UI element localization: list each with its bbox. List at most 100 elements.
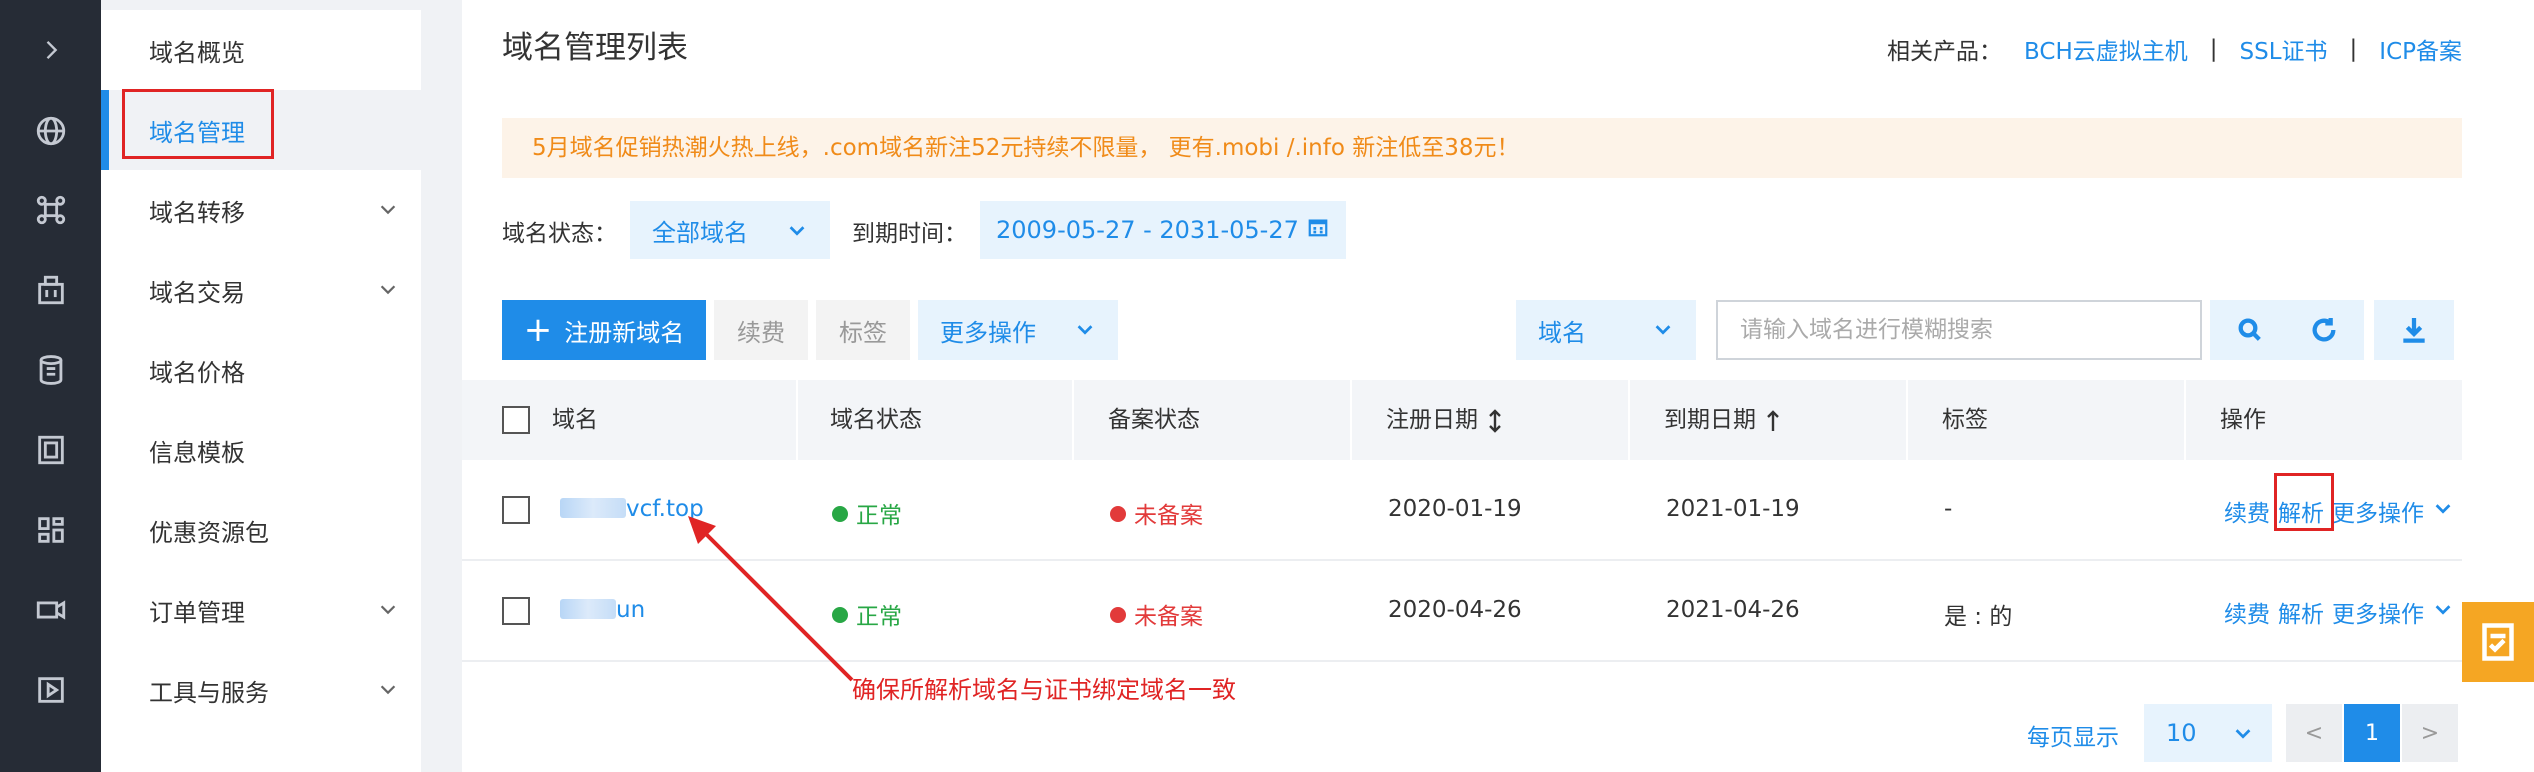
- menu-item-price[interactable]: 域名价格: [101, 330, 421, 410]
- tag-button[interactable]: 标签: [816, 300, 910, 360]
- menu-item-tools[interactable]: 工具与服务: [101, 650, 421, 730]
- domain-text: un: [616, 597, 646, 623]
- more-actions-link[interactable]: 更多操作: [2332, 595, 2424, 629]
- search-field-select[interactable]: 域名: [1516, 300, 1696, 360]
- more-actions-link[interactable]: 更多操作: [2332, 494, 2424, 528]
- column-expires-label: 到期日期: [1664, 407, 1756, 433]
- highlight-box-menu: [122, 89, 274, 159]
- related-link-ssl[interactable]: SSL证书: [2240, 32, 2328, 66]
- row-checkbox[interactable]: [502, 597, 530, 625]
- main-panel: 域名管理列表 相关产品： BCH云虚拟主机 | SSL证书 | ICP备案 5月…: [462, 0, 2534, 772]
- column-divider: [796, 380, 798, 460]
- menu-item-trade[interactable]: 域名交易: [101, 250, 421, 330]
- select-all-checkbox[interactable]: [502, 406, 530, 434]
- column-expires[interactable]: 到期日期: [1664, 380, 1783, 460]
- page-size-select[interactable]: 10: [2144, 704, 2272, 762]
- domain-link[interactable]: un: [560, 597, 645, 623]
- globe-icon[interactable]: [0, 101, 101, 161]
- chevron-down-icon: [1652, 318, 1674, 340]
- prev-page-button[interactable]: <: [2286, 704, 2342, 762]
- page-number-current[interactable]: 1: [2344, 704, 2400, 762]
- chevron-down-icon: [786, 219, 808, 241]
- download-icon: [2403, 318, 2425, 343]
- promo-banner[interactable]: 5月域名促销热潮火热上线，.com域名新注52元持续不限量， 更有.mobi /…: [502, 118, 2462, 178]
- menu-item-resource-pack[interactable]: 优惠资源包: [101, 490, 421, 570]
- related-link-bch[interactable]: BCH云虚拟主机: [2024, 32, 2188, 66]
- column-beian: 备案状态: [1108, 407, 1200, 433]
- renew-button[interactable]: 续费: [714, 300, 808, 360]
- redacted-block: [560, 599, 616, 619]
- related-link-icp[interactable]: ICP备案: [2379, 32, 2462, 66]
- more-actions-button[interactable]: 更多操作: [918, 300, 1118, 360]
- command-icon[interactable]: [0, 180, 101, 240]
- row-actions: 续费 解析 更多操作: [2224, 494, 2454, 528]
- register-domain-button[interactable]: + 注册新域名: [502, 300, 706, 360]
- column-status: 域名状态: [830, 407, 922, 433]
- expiry-range-value: 2009-05-27 - 2031-05-27: [996, 216, 1299, 244]
- more-actions-label: 更多操作: [940, 318, 1036, 347]
- registered-date: 2020-01-19: [1388, 496, 1522, 522]
- plus-icon: +: [523, 310, 553, 350]
- registered-date: 2020-04-26: [1388, 597, 1522, 623]
- resolve-link[interactable]: 解析: [2278, 595, 2324, 629]
- menu-item-label: 域名概览: [149, 38, 245, 67]
- menu-item-template[interactable]: 信息模板: [101, 410, 421, 490]
- status-dot: [1110, 607, 1126, 623]
- expiry-filter-label: 到期时间：: [852, 221, 967, 247]
- download-button[interactable]: [2374, 300, 2454, 360]
- chevron-down-icon: [1074, 318, 1096, 340]
- chevron-down-icon: [377, 678, 399, 700]
- next-page-button[interactable]: >: [2402, 704, 2458, 762]
- sort-up-icon: [1763, 407, 1783, 433]
- beian-status-text: 未备案: [1134, 503, 1203, 529]
- chevron-down-icon[interactable]: [2432, 598, 2454, 626]
- search-button[interactable]: [2210, 300, 2290, 360]
- search-icon: [2238, 318, 2261, 341]
- refresh-button[interactable]: [2284, 300, 2364, 360]
- redacted-block: [560, 498, 626, 518]
- play-icon[interactable]: [0, 660, 101, 720]
- feedback-float-button[interactable]: [2462, 602, 2534, 682]
- status-dot: [1110, 506, 1126, 522]
- table-header: 域名 域名状态 备案状态 注册日期 到期日期 标签 操作: [462, 380, 2462, 460]
- annotation-arrow: [688, 516, 854, 682]
- server-icon[interactable]: [0, 420, 101, 480]
- expires-date: 2021-04-26: [1666, 597, 1800, 623]
- related-label: 相关产品：: [1887, 39, 2003, 65]
- renew-link[interactable]: 续费: [2224, 494, 2270, 528]
- status-filter-select[interactable]: 全部域名: [630, 201, 830, 259]
- menu-item-label: 域名价格: [149, 358, 245, 387]
- beian-status: 未备案: [1110, 597, 1203, 631]
- chevron-down-icon[interactable]: [2432, 497, 2454, 525]
- menu-item-label: 信息模板: [149, 438, 245, 467]
- tag-value: 是 : 的: [1944, 604, 2013, 630]
- column-divider: [1350, 380, 1352, 460]
- renew-link[interactable]: 续费: [2224, 595, 2270, 629]
- building-icon[interactable]: [0, 260, 101, 320]
- menu-item-orders[interactable]: 订单管理: [101, 570, 421, 650]
- tag-value: -: [1944, 496, 1953, 522]
- video-icon[interactable]: [0, 580, 101, 640]
- menu-item-overview[interactable]: 域名概览: [101, 10, 421, 90]
- menu-item-transfer[interactable]: 域名转移: [101, 170, 421, 250]
- chevron-right-icon[interactable]: [0, 20, 101, 80]
- page-size-value: 10: [2166, 719, 2197, 747]
- refresh-icon: [2312, 318, 2336, 342]
- menu-item-label: 域名转移: [149, 198, 245, 227]
- column-registered[interactable]: 注册日期: [1386, 380, 1505, 460]
- grid-icon[interactable]: [0, 500, 101, 560]
- menu-item-label: 域名交易: [149, 278, 245, 307]
- database-icon[interactable]: [0, 340, 101, 400]
- search-input[interactable]: [1716, 300, 2202, 360]
- chevron-down-icon: [377, 278, 399, 300]
- column-divider: [1072, 380, 1074, 460]
- annotation-text: 确保所解析域名与证书绑定域名一致: [852, 676, 1236, 704]
- search-field-value: 域名: [1538, 318, 1586, 347]
- row-checkbox[interactable]: [502, 496, 530, 524]
- calendar-icon: [1307, 216, 1329, 244]
- expiry-range-picker[interactable]: 2009-05-27 - 2031-05-27: [980, 201, 1346, 259]
- column-divider: [2184, 380, 2186, 460]
- column-tag: 标签: [1942, 407, 1988, 433]
- highlight-box-resolve: [2274, 473, 2334, 531]
- column-domain: 域名: [552, 407, 598, 433]
